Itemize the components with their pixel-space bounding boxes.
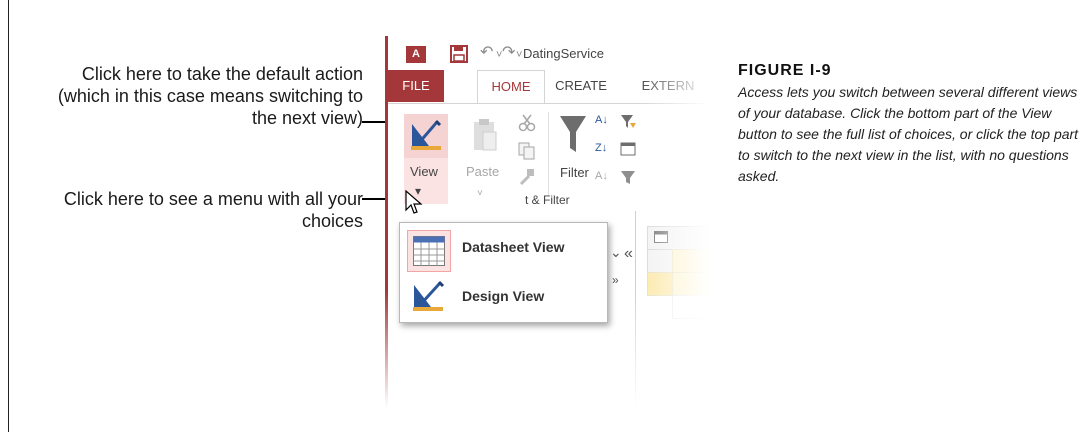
shutter-bar-close-icon[interactable]: « [624,245,633,263]
quick-access-toolbar: A ↶ ˅ ↷ ˅ ⩡ DatingService [388,36,710,70]
tab-home[interactable]: HOME [477,70,545,103]
filter-label: Filter [560,165,589,180]
nav-pane-border [635,211,636,408]
paste-icon[interactable] [470,118,498,152]
callout-default-action: Click here to take the default action (w… [57,64,363,128]
view-button-top[interactable] [404,114,448,158]
callout-menu-hint: Click here to see a menu with all your c… [63,189,363,231]
format-painter-icon[interactable] [518,168,536,186]
save-icon[interactable] [450,45,468,63]
nav-menu-icon[interactable]: ⌄ [610,244,622,261]
datasheet-record-selector[interactable] [647,272,673,296]
ribbon-group-divider [548,112,549,196]
toggle-filter-icon[interactable] [620,170,638,186]
design-view-icon [413,280,445,311]
figure-caption: Access lets you switch between several d… [738,84,1079,184]
menu-item-label: Design View [462,288,545,304]
datasheet-view-icon [413,236,445,266]
remove-sort-icon[interactable]: A↓ [595,170,608,182]
datasheet-cell[interactable] [672,249,710,273]
sort-ascending-icon[interactable]: A↓ [595,114,608,126]
view-button-label: View [410,164,438,179]
figure-title: FIGURE I-9 [738,62,832,79]
tab-create[interactable]: CREATE [547,70,615,102]
cut-icon[interactable] [518,114,536,132]
filter-icon[interactable] [558,114,588,156]
copy-icon[interactable] [518,142,536,160]
menu-item-datasheet-view[interactable]: Datasheet View [400,225,607,273]
undo-icon[interactable]: ↶ [480,43,493,63]
datasheet-view-icon-frame [407,230,451,272]
page-margin-rule [8,0,9,432]
datasheet-header [647,226,710,250]
paste-dropdown-icon[interactable]: ˅ [477,188,483,199]
window-title: DatingService [523,46,604,61]
paste-label: Paste [466,164,500,179]
menu-item-label: Datasheet View [462,239,565,255]
access-app-icon: A [406,46,426,63]
datasheet-select-all[interactable] [647,249,673,273]
sort-descending-icon[interactable]: Z↓ [595,142,607,154]
redo-dropdown-icon[interactable]: ˅ [516,45,522,65]
datasheet-cell[interactable] [672,295,710,319]
table-tab-icon [654,231,668,243]
advanced-filter-icon[interactable] [620,142,638,158]
view-dropdown-menu: Datasheet View Design View [399,222,608,323]
redo-icon[interactable]: ↷ [502,43,515,63]
view-design-icon [411,119,442,150]
selection-filter-icon[interactable] [620,114,638,130]
menu-item-design-view[interactable]: Design View [400,271,607,319]
tab-external-data[interactable]: EXTERN [628,70,708,102]
tab-file[interactable]: FILE [388,70,444,102]
sort-filter-group-label: t & Filter [525,193,570,207]
datasheet-cell[interactable] [672,272,710,296]
nav-expand-group-icon[interactable]: » [612,273,619,287]
mouse-pointer-icon [405,190,423,214]
